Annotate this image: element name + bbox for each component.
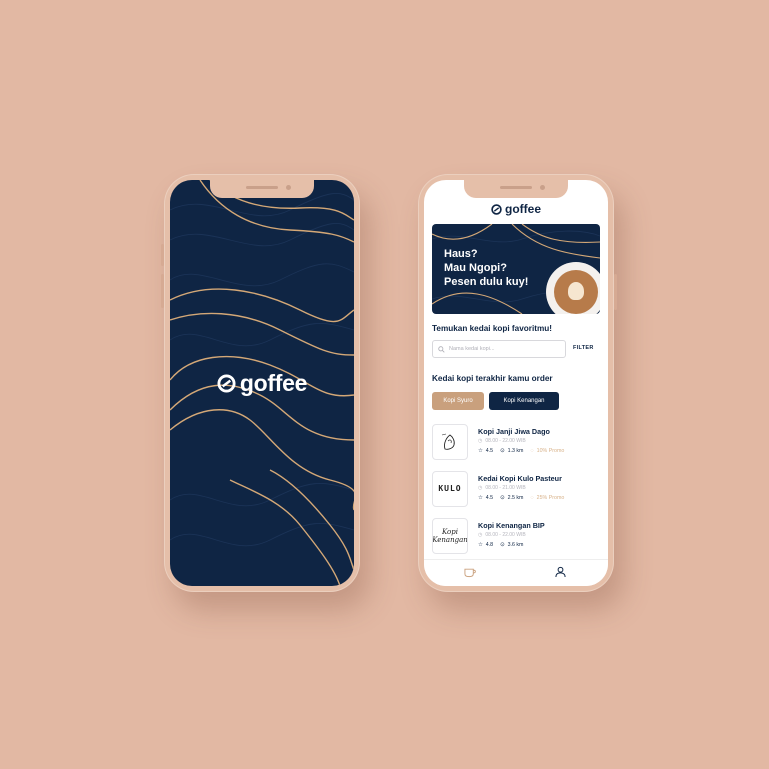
location-pin-icon: ⊙ bbox=[500, 542, 505, 548]
banner-line: Mau Ngopi? bbox=[444, 262, 507, 274]
power-button bbox=[614, 274, 617, 310]
shop-hours: ◷ 08.00 - 21.00 WIB bbox=[478, 485, 526, 491]
shop-distance: 3.6 km bbox=[507, 542, 524, 548]
clock-icon: ◷ bbox=[478, 438, 483, 444]
chip-kopi-kenangan[interactable]: Kopi Kenangan bbox=[489, 392, 559, 410]
clock-icon: ◷ bbox=[478, 532, 483, 538]
shop-hours-text: 08.00 - 21.00 WIB bbox=[485, 485, 526, 491]
shop-logo: Kopi Kenangan bbox=[432, 518, 468, 554]
banner-line: Haus? bbox=[444, 248, 478, 260]
shop-meta: ☆ 4.8 ⊙ 3.6 km bbox=[478, 542, 523, 548]
shop-name: Kedai Kopi Kulo Pasteur bbox=[478, 474, 562, 483]
banner-line: Pesen dulu kuy! bbox=[444, 276, 529, 288]
promo-tag-icon: ◌ bbox=[530, 495, 534, 501]
splash-screen: goffee bbox=[170, 180, 354, 586]
app-title: goffee bbox=[505, 202, 541, 216]
notch bbox=[210, 180, 314, 198]
shop-name: Kopi Kenangan BIP bbox=[478, 521, 545, 530]
shop-logo bbox=[432, 424, 468, 460]
search-section-title: Temukan kedai kopi favoritmu! bbox=[432, 324, 552, 333]
search-bar[interactable] bbox=[432, 340, 566, 358]
shop-distance: 1.3 km bbox=[507, 448, 524, 454]
location-pin-icon: ⊙ bbox=[500, 495, 505, 501]
shop-hours: ◷ 08.00 - 22.00 WIB bbox=[478, 438, 526, 444]
recent-section-title: Kedai kopi terakhir kamu order bbox=[432, 374, 553, 383]
splash-logo: goffee bbox=[170, 370, 354, 397]
shop-item[interactable]: Kopi Janji Jiwa Dago ◷ 08.00 - 22.00 WIB… bbox=[432, 424, 600, 464]
notch bbox=[464, 180, 568, 198]
shop-rating: 4.5 bbox=[485, 495, 494, 501]
shop-promo: 25% Promo bbox=[536, 495, 565, 501]
shop-name: Kopi Janji Jiwa Dago bbox=[478, 427, 550, 436]
latte-cup-image bbox=[546, 262, 600, 314]
shop-meta: ☆ 4.5 ⊙ 1.3 km ◌ 10% Promo bbox=[478, 448, 564, 454]
shop-promo: 10% Promo bbox=[536, 448, 565, 454]
shop-distance: 2.5 km bbox=[507, 495, 524, 501]
phone-splash: goffee bbox=[161, 174, 360, 592]
search-input[interactable] bbox=[449, 346, 549, 352]
shop-hours-text: 08.00 - 22.00 WIB bbox=[485, 438, 526, 444]
filter-button[interactable]: FILTER bbox=[573, 345, 594, 351]
location-pin-icon: ⊙ bbox=[500, 448, 505, 454]
shop-meta: ☆ 4.5 ⊙ 2.5 km ◌ 25% Promo bbox=[478, 495, 564, 501]
chip-kopi-syuro[interactable]: Kopi Syuro bbox=[432, 392, 484, 410]
goffee-logo-icon bbox=[491, 203, 502, 215]
promo-tag-icon: ◌ bbox=[530, 448, 534, 454]
star-icon: ☆ bbox=[478, 495, 483, 501]
janji-jiwa-logo-icon bbox=[441, 433, 455, 450]
clock-icon: ◷ bbox=[478, 485, 483, 491]
promo-banner[interactable]: Haus? Mau Ngopi? Pesen dulu kuy! bbox=[432, 224, 600, 314]
home-screen: goffee Haus? Mau Ngopi? Pesen dulu kuy! bbox=[424, 180, 608, 586]
phone-home: goffee Haus? Mau Ngopi? Pesen dulu kuy! bbox=[418, 174, 617, 592]
profile-icon[interactable] bbox=[555, 566, 566, 578]
volume-button bbox=[161, 274, 164, 308]
volume-button bbox=[161, 244, 164, 266]
shop-rating: 4.8 bbox=[485, 542, 494, 548]
shop-logo: KULO bbox=[432, 471, 468, 507]
brand-name: goffee bbox=[239, 370, 308, 396]
goffee-logo-icon bbox=[217, 374, 236, 393]
coffee-cup-icon[interactable] bbox=[464, 566, 477, 578]
shop-hours: ◷ 08.00 - 22.00 WIB bbox=[478, 532, 526, 538]
search-icon bbox=[438, 345, 445, 353]
shop-item[interactable]: Kopi Kenangan Kopi Kenangan BIP ◷ 08.00 … bbox=[432, 518, 600, 558]
shop-hours-text: 08.00 - 22.00 WIB bbox=[485, 532, 526, 538]
star-icon: ☆ bbox=[478, 542, 483, 548]
banner-text: Haus? Mau Ngopi? Pesen dulu kuy! bbox=[444, 247, 528, 289]
shop-item[interactable]: KULO Kedai Kopi Kulo Pasteur ◷ 08.00 - 2… bbox=[432, 471, 600, 511]
app-header: goffee bbox=[424, 202, 608, 216]
bottom-tab-bar bbox=[424, 559, 608, 586]
star-icon: ☆ bbox=[478, 448, 483, 454]
shop-rating: 4.5 bbox=[485, 448, 494, 454]
